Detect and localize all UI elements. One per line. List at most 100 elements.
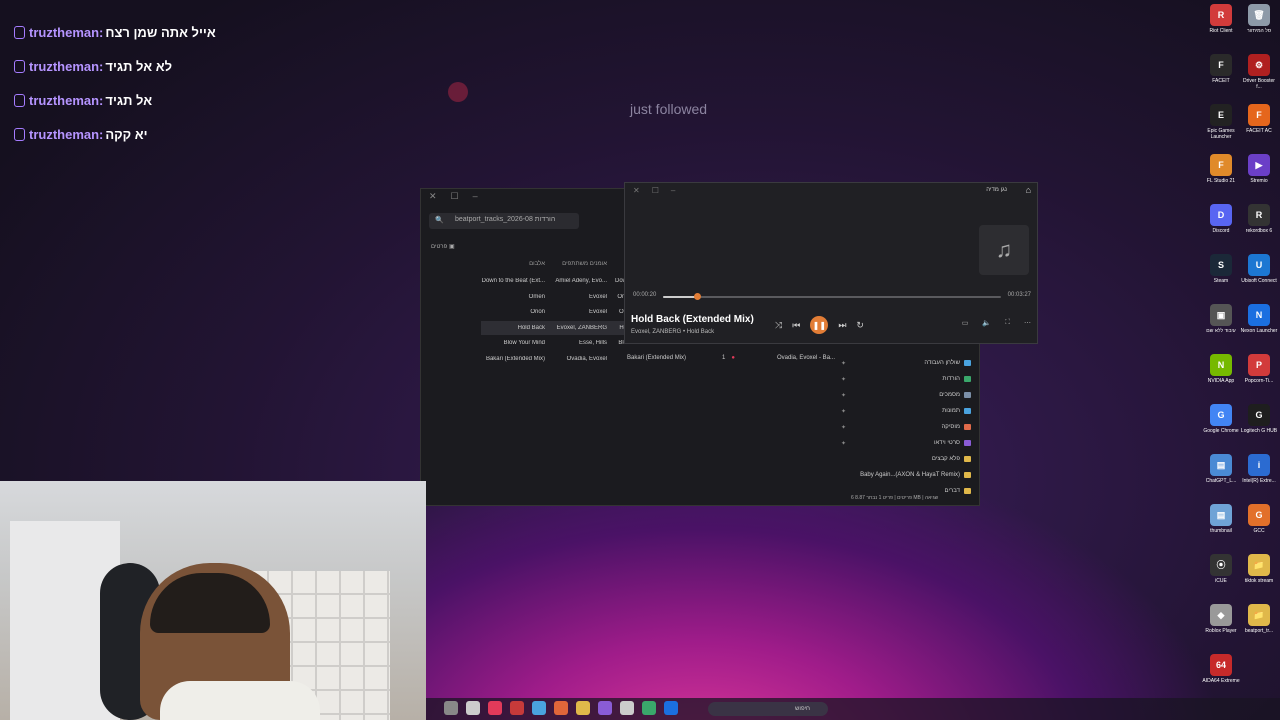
desktop-icon[interactable]: S Steam [1202, 254, 1240, 284]
desktop-icon[interactable]: 🗑 סל המיחזור [1240, 4, 1278, 34]
desktop-icon[interactable]: 64 AIDA64 Extreme [1202, 654, 1240, 684]
desktop-icon[interactable]: G Google Chrome [1202, 404, 1240, 434]
nav-item[interactable]: ✦ תמונות [831, 403, 971, 419]
webcam-feed [0, 481, 426, 720]
taskbar-app-icon[interactable] [554, 701, 568, 715]
details-view-button[interactable]: פרטים ▣ [431, 243, 455, 250]
desktop-icon[interactable]: U Ubisoft Connect [1240, 254, 1278, 284]
desktop-icon-label: Popcorn-Ti... [1244, 378, 1274, 384]
taskbar-app-icon[interactable] [576, 701, 590, 715]
taskbar-app-icon[interactable] [466, 701, 480, 715]
music-note-icon: ♫ [995, 237, 1013, 262]
pin-icon: ✦ [841, 392, 847, 399]
taskbar-app-icon[interactable] [620, 701, 634, 715]
home-icon[interactable]: ⌂ [1026, 185, 1031, 195]
close-icon[interactable]: ✕ [429, 191, 437, 207]
file-row[interactable]: Orion Evoxel Ori [481, 305, 627, 319]
column-header-artists[interactable]: אומנים משתתפים [545, 261, 607, 267]
media-player-window: ✕ ☐ – נגן מדיה ⌂ ♫ 00:00:20 00:03:27 Hol… [624, 182, 1038, 344]
desktop-icon[interactable]: ▤ thumbnail [1202, 504, 1240, 534]
desktop-icon[interactable]: D Discord [1202, 204, 1240, 234]
chat-username: truztheman: [29, 58, 104, 74]
file-row[interactable]: Down to the Beat (Ext... Amiel Adeny, Evo… [481, 274, 627, 288]
taskbar-app-icon[interactable] [444, 701, 458, 715]
pause-button[interactable]: ❚❚ [810, 316, 829, 334]
app-icon: ▤ [1210, 454, 1232, 476]
desktop-icon[interactable]: G Logitech G HUB [1240, 404, 1278, 434]
nav-item[interactable]: ✦ סרטי וידאו [831, 435, 971, 451]
chat-text: אל תגיד [105, 92, 153, 108]
nav-item[interactable]: ✦ מסמכים [831, 387, 971, 403]
close-icon[interactable]: ✕ [633, 186, 640, 195]
desktop-icon[interactable]: P Popcorn-Ti... [1240, 354, 1278, 384]
desktop-icon[interactable]: ▶ Stremio [1240, 154, 1278, 184]
taskbar-search[interactable]: חיפוש [708, 702, 828, 716]
taskbar-app-icon[interactable] [532, 701, 546, 715]
desktop-icon-label: GCC [1253, 528, 1265, 534]
file-title: Bakari (Extended Mix) [485, 355, 545, 362]
column-header-album[interactable]: אלבום [481, 261, 545, 267]
taskbar-app-icon[interactable] [664, 701, 678, 715]
previous-icon[interactable]: ⏮ [792, 320, 800, 331]
desktop-icon-label: rekordbox 6 [1245, 228, 1273, 234]
navigation-pane: ✦ שולחן העבודה ✦ הורדות ✦ מסמכים ✦ תמונות ✦ מוסיק… [831, 355, 971, 499]
desktop-icon[interactable]: i Intel(R) Extre... [1240, 454, 1278, 484]
taskbar-app-icon[interactable] [510, 701, 524, 715]
app-icon: D [1210, 204, 1232, 226]
nav-item-label: Baby Again...(AXON & HayaT Remix) [860, 472, 960, 478]
nav-item[interactable]: Baby Again...(AXON & HayaT Remix) [831, 467, 971, 483]
more-options-icon[interactable]: ⋯ [1024, 319, 1031, 327]
desktop-icon[interactable]: F FL Studio 21 [1202, 154, 1240, 184]
follow-alert: just followed [440, 76, 1040, 126]
volume-icon[interactable]: 🔈 [982, 319, 991, 327]
desktop-icon[interactable]: Rrekordbox 6 [1240, 204, 1278, 234]
total-time: 00:03:27 [1007, 292, 1031, 298]
nav-item[interactable]: פלא קבצים [831, 451, 971, 467]
desktop-icon[interactable]: ◆ Roblox Player [1202, 604, 1240, 634]
desktop-icon[interactable]: 📁 beatport_tr... [1240, 604, 1278, 634]
desktop-icon[interactable]: ▤ ChatGPT_L... [1202, 454, 1240, 484]
file-row[interactable]: Blow Your Mind Esse, Hills Blo [481, 336, 627, 350]
desktop-icon-label: Epic Games Launcher [1207, 128, 1235, 140]
chat-username: truztheman: [29, 126, 104, 142]
file-artists: Esse, Hills [578, 340, 607, 346]
chat-text: לא אל תגיד [105, 58, 173, 74]
repeat-icon[interactable]: ↻ [856, 320, 864, 331]
desktop-icon[interactable]: G GCC [1240, 504, 1278, 534]
next-icon[interactable]: ⏭ [838, 320, 846, 331]
desktop-icon[interactable]: N NVIDIA App [1202, 354, 1240, 384]
taskbar-app-icon[interactable] [642, 701, 656, 715]
file-row[interactable]: Omen Evoxel Om [481, 290, 627, 304]
desktop-icon[interactable]: R Riot Client [1202, 4, 1240, 34]
desktop-icon[interactable]: 📁 tiktok stream [1240, 554, 1278, 584]
taskbar-app-icon[interactable] [488, 701, 502, 715]
desktop-icon[interactable]: N Nexon Launcher [1240, 304, 1278, 334]
column-headers: אלבום אומנים משתתפים [481, 261, 627, 267]
file-detail-row[interactable]: Bakari (Extended Mix) 1 ● Ovadia, Evoxel… [627, 355, 835, 361]
address-text: beatport_tracks_2026-08 הורדות [455, 216, 556, 223]
taskbar-app-icon[interactable] [598, 701, 612, 715]
maximize-icon[interactable]: ☐ [652, 186, 659, 195]
nav-item-label: סרטי וידאו [933, 440, 960, 446]
minimize-icon[interactable]: – [473, 191, 478, 207]
shuffle-icon[interactable]: ⤨ [775, 320, 782, 331]
app-icon: ⚙ [1248, 54, 1270, 76]
miniplayer-icon[interactable]: ▭ [962, 319, 969, 327]
address-bar[interactable]: 🔍 beatport_tracks_2026-08 הורדות [429, 213, 579, 229]
fullscreen-icon[interactable]: ⛶ [1005, 319, 1010, 327]
file-row[interactable]: Bakari (Extended Mix) Ovadia, Evoxel [481, 352, 627, 366]
desktop-icon[interactable]: F FACEIT AC [1240, 104, 1278, 134]
file-row[interactable]: Hold BackEvoxel, ZANBERGHo [481, 320, 627, 335]
desktop-icon[interactable]: ▣ עיבוד ללא שם [1202, 304, 1240, 334]
desktop-icon[interactable]: ⚙ Driver Booster f... [1240, 54, 1278, 90]
maximize-icon[interactable]: ☐ [451, 191, 459, 207]
desktop-icon[interactable]: ⦿ iCUE [1202, 554, 1240, 584]
desktop-icon[interactable]: E Epic Games Launcher [1202, 104, 1240, 140]
seek-thumb[interactable] [693, 293, 701, 300]
minimize-icon[interactable]: – [671, 186, 675, 195]
seek-track[interactable] [663, 293, 1001, 300]
nav-item[interactable]: ✦ הורדות [831, 371, 971, 387]
nav-item[interactable]: ✦ מוסיקה [831, 419, 971, 435]
desktop-icon[interactable]: F FACEIT [1202, 54, 1240, 84]
nav-item[interactable]: ✦ שולחן העבודה [831, 355, 971, 371]
